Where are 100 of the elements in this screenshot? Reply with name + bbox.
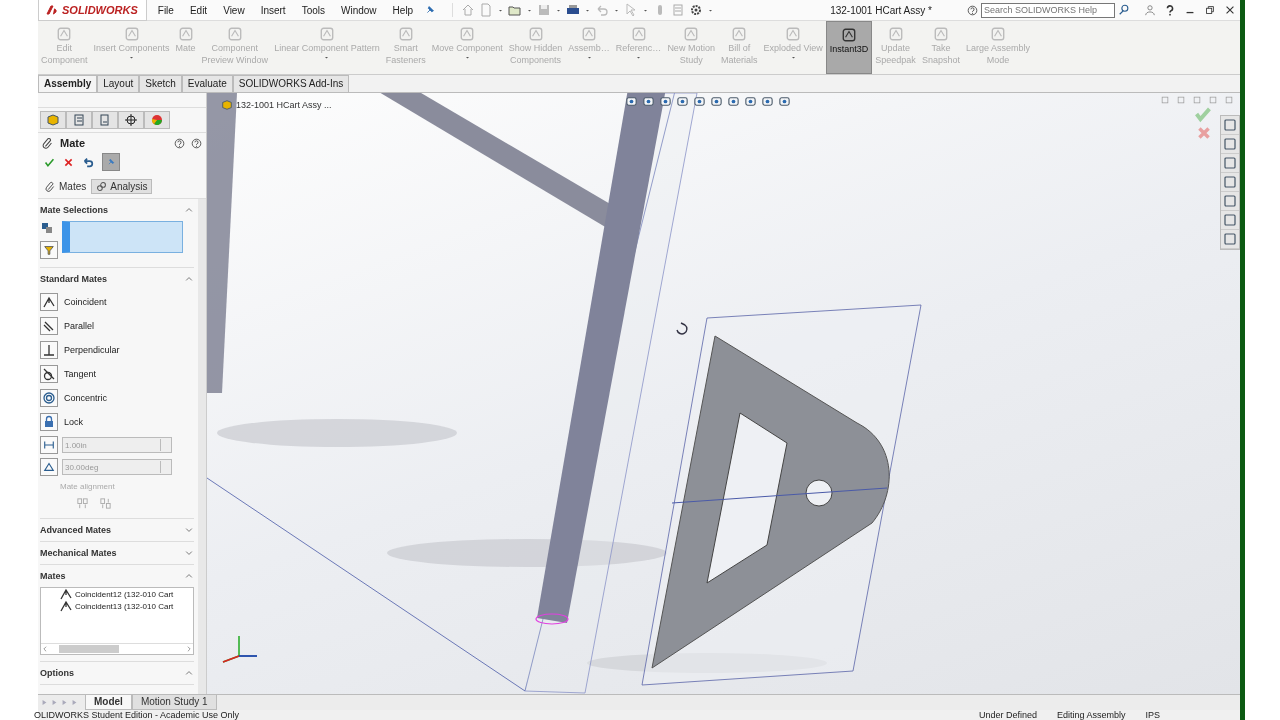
aligned-icon[interactable] bbox=[76, 497, 89, 510]
coincident-icon bbox=[42, 295, 56, 309]
status-text: Editing Assembly bbox=[1056, 710, 1126, 720]
concentric-icon bbox=[42, 391, 56, 405]
mate-type-label[interactable]: Lock bbox=[64, 417, 83, 427]
scroll-left-icon[interactable] bbox=[41, 645, 49, 653]
distance-icon bbox=[43, 439, 55, 451]
feature-tree-icon bbox=[46, 113, 60, 127]
tangent-icon bbox=[42, 367, 56, 381]
logo-icon bbox=[45, 2, 59, 17]
panel-subtab[interactable]: Analysis bbox=[91, 179, 153, 194]
filter-button[interactable] bbox=[40, 241, 58, 259]
link-icon bbox=[96, 181, 108, 192]
toolbar-icon[interactable] bbox=[841, 27, 858, 43]
menu-item[interactable]: View bbox=[218, 4, 250, 16]
section-title[interactable]: Advanced Mates bbox=[40, 525, 112, 535]
panel-title: Mate bbox=[60, 137, 87, 149]
expand-icon[interactable] bbox=[184, 525, 194, 535]
distance-button[interactable] bbox=[40, 436, 58, 454]
ribbon-tab[interactable]: Sketch bbox=[139, 75, 182, 92]
panel-tab[interactable] bbox=[118, 111, 144, 129]
menu-item[interactable]: Insert bbox=[255, 4, 291, 16]
units-text[interactable]: IPS bbox=[1145, 710, 1160, 720]
expand-icon[interactable] bbox=[184, 548, 194, 558]
mate-type-label[interactable]: Perpendicular bbox=[64, 345, 120, 355]
selection-box[interactable] bbox=[62, 221, 183, 253]
coincident-icon bbox=[59, 587, 73, 601]
ribbon-tab[interactable]: SOLIDWORKS Add-Ins bbox=[232, 75, 350, 92]
section-title[interactable]: Mechanical Mates bbox=[40, 548, 117, 558]
mate-type-label[interactable]: Parallel bbox=[64, 321, 94, 331]
user-icon[interactable] bbox=[1144, 4, 1156, 16]
angle-button[interactable] bbox=[40, 458, 58, 476]
search-field[interactable]: Search SOLIDWORKS Help bbox=[981, 2, 1115, 18]
collapse-icon[interactable] bbox=[184, 274, 194, 284]
model-tab[interactable]: Model bbox=[85, 695, 132, 710]
pin-icon bbox=[106, 157, 116, 167]
panel-tab[interactable] bbox=[144, 111, 170, 129]
mate-type-button[interactable] bbox=[40, 365, 58, 383]
edition-text: OLIDWORKS Student Edition - Academic Use Only bbox=[34, 710, 240, 720]
toolbar-button[interactable]: Instant3D bbox=[825, 21, 873, 74]
panel-tab[interactable] bbox=[40, 111, 66, 129]
check-icon[interactable] bbox=[1194, 105, 1212, 123]
ribbon-tab[interactable]: Evaluate bbox=[181, 75, 233, 92]
mate-type-label[interactable]: Coincident bbox=[64, 297, 107, 307]
assembly-icon bbox=[221, 99, 233, 111]
mate-type-button[interactable] bbox=[40, 317, 58, 335]
mate-list-item[interactable]: Coincident13 (132-010 Cart bbox=[41, 600, 193, 612]
mate-type-label[interactable]: Concentric bbox=[64, 393, 108, 403]
undo-icon[interactable] bbox=[82, 156, 94, 168]
mate-list-item[interactable]: Coincident12 (132-010 Cart bbox=[41, 588, 193, 600]
property-manager-icon bbox=[72, 113, 86, 127]
mates-list[interactable]: Coincident12 (132-010 Cart Coincident13 (132-010 Cart bbox=[40, 587, 194, 655]
document-title: 132-1001 HCart Assy * bbox=[830, 4, 932, 16]
print-icon[interactable] bbox=[566, 3, 581, 17]
ribbon-tab[interactable]: Assembly bbox=[38, 75, 98, 92]
mate-type-button[interactable] bbox=[40, 293, 58, 311]
collapse-icon[interactable] bbox=[184, 205, 194, 215]
scroll-right-icon[interactable] bbox=[185, 645, 193, 653]
angle-icon bbox=[43, 461, 55, 473]
anti-aligned-icon[interactable] bbox=[99, 497, 112, 510]
collapse-icon[interactable] bbox=[184, 668, 194, 678]
parallel-icon bbox=[42, 319, 56, 333]
pin-icon[interactable] bbox=[424, 4, 437, 16]
lock-icon bbox=[42, 415, 56, 429]
search-icon[interactable] bbox=[1118, 4, 1130, 16]
document-icon[interactable] bbox=[479, 3, 494, 17]
model-tab[interactable]: Motion Study 1 bbox=[131, 695, 217, 710]
collapse-icon[interactable] bbox=[184, 571, 194, 581]
menu-item[interactable]: Tools bbox=[296, 4, 330, 16]
mate-type-label[interactable]: Tangent bbox=[64, 369, 97, 379]
paperclip-icon bbox=[45, 181, 56, 192]
perpendicular-icon bbox=[42, 343, 56, 357]
save-icon[interactable] bbox=[537, 3, 552, 17]
help-icon[interactable] bbox=[1164, 4, 1176, 16]
graphics-area[interactable]: 132-1001 HCart Assy ... bbox=[207, 93, 1240, 694]
filter-icon bbox=[43, 244, 55, 256]
alignment-label: Mate alignment bbox=[59, 481, 116, 493]
menu-item[interactable]: Help bbox=[387, 4, 419, 16]
dimension-icon bbox=[124, 113, 138, 127]
mate-type-button[interactable] bbox=[40, 341, 58, 359]
menu-item[interactable]: File bbox=[152, 4, 179, 16]
tree-flyout[interactable]: 132-1001 HCart Assy ... bbox=[221, 99, 332, 111]
logo-text: SOLIDWORKS bbox=[62, 3, 138, 16]
section-title[interactable]: Mates bbox=[40, 571, 66, 581]
menu-item[interactable]: Window bbox=[336, 4, 382, 16]
pin-button[interactable] bbox=[102, 153, 120, 171]
section-title[interactable]: Mate Selections bbox=[40, 205, 109, 215]
configuration-icon bbox=[98, 113, 112, 127]
mate-type-button[interactable] bbox=[40, 389, 58, 407]
check-icon[interactable] bbox=[44, 156, 55, 168]
scrollbar[interactable] bbox=[198, 199, 206, 694]
section-title[interactable]: Options bbox=[40, 668, 74, 678]
paperclip-icon bbox=[42, 137, 54, 149]
coincident-icon bbox=[59, 599, 73, 613]
gear-icon[interactable] bbox=[689, 3, 704, 17]
rotate-cursor-icon bbox=[676, 322, 688, 335]
section-title[interactable]: Standard Mates bbox=[40, 274, 108, 284]
ribbon-tab[interactable]: Layout bbox=[97, 75, 140, 92]
scroll-thumb[interactable] bbox=[59, 645, 119, 653]
menu-item[interactable]: Edit bbox=[184, 4, 213, 16]
